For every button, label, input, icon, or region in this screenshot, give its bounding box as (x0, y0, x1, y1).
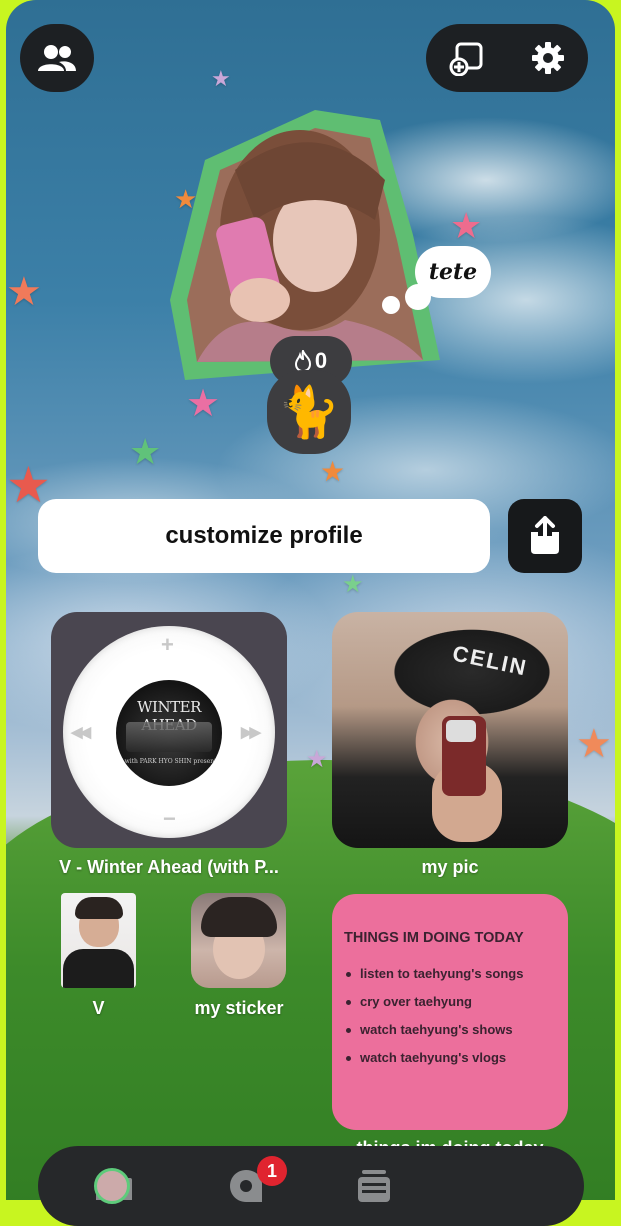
album-photo (126, 722, 212, 752)
customize-profile-button[interactable]: customize profile (38, 499, 490, 573)
friends-icon (38, 45, 76, 71)
sticker-widget[interactable] (191, 893, 286, 988)
todo-item: listen to taehyung's songs (346, 966, 523, 994)
todo-item: watch taehyung's shows (346, 1022, 523, 1050)
todo-item: watch taehyung's vlogs (346, 1050, 523, 1078)
chat-notification-badge: 1 (257, 1156, 287, 1186)
v-photo-caption: V (92, 998, 105, 1018)
top-right-actions (426, 24, 588, 92)
photo-widget[interactable]: CELIN (332, 612, 568, 848)
star-sticker: ★ (186, 383, 221, 425)
todo-list: listen to taehyung's songs cry over taeh… (346, 966, 523, 1078)
gear-icon (532, 42, 564, 74)
sticker-caption: my sticker (194, 998, 284, 1018)
photo-phone (442, 716, 486, 796)
star-sticker: ★ (320, 456, 346, 487)
music-widget[interactable]: + − ◀◀ ▶▶ WINTER AHEAD V with PARK HYO S… (51, 612, 287, 848)
star-sticker: ★ (576, 722, 612, 766)
settings-button[interactable] (531, 41, 565, 75)
album-art: WINTER AHEAD V with PARK HYO SHIN presen… (116, 680, 222, 786)
volume-up-icon[interactable]: + (161, 632, 174, 658)
share-icon (531, 516, 559, 554)
profile-note[interactable]: tete (415, 246, 491, 298)
star-sticker: ★ (306, 746, 328, 773)
click-wheel: + − ◀◀ ▶▶ WINTER AHEAD V with PARK HYO S… (63, 626, 275, 838)
share-button[interactable] (508, 499, 582, 573)
music-widget-caption: V - Winter Ahead (with P... (59, 857, 279, 877)
add-widget-button[interactable] (449, 40, 485, 76)
star-sticker: ★ (129, 431, 162, 472)
friends-button[interactable] (20, 24, 94, 92)
todo-widget[interactable]: THINGS IM DOING TODAY listen to taehyung… (332, 894, 568, 1130)
profile-avatar (94, 1168, 130, 1204)
feed-icon (358, 1170, 390, 1202)
add-widget-icon (449, 42, 483, 76)
previous-track-icon[interactable]: ◀◀ (71, 723, 91, 741)
pet-sticker[interactable]: 🐈 (267, 370, 351, 454)
note-bubble-tail (382, 296, 400, 314)
flame-icon (294, 350, 311, 372)
todo-title: THINGS IM DOING TODAY (344, 930, 524, 946)
album-subtitle: V with PARK HYO SHIN presents (118, 758, 220, 765)
next-track-icon[interactable]: ▶▶ (241, 723, 261, 741)
beanie-lettering: CELIN (450, 640, 530, 681)
bottom-navbar (38, 1146, 584, 1226)
volume-down-icon[interactable]: − (163, 806, 176, 832)
v-photo-widget[interactable] (61, 893, 136, 988)
todo-item: cry over taehyung (346, 994, 523, 1022)
star-sticker: ★ (211, 66, 231, 91)
star-sticker: ★ (342, 571, 364, 598)
photo-widget-caption: my pic (421, 857, 479, 877)
star-sticker: ★ (6, 270, 42, 314)
star-sticker: ★ (450, 205, 483, 246)
nav-feed[interactable] (356, 1168, 392, 1207)
